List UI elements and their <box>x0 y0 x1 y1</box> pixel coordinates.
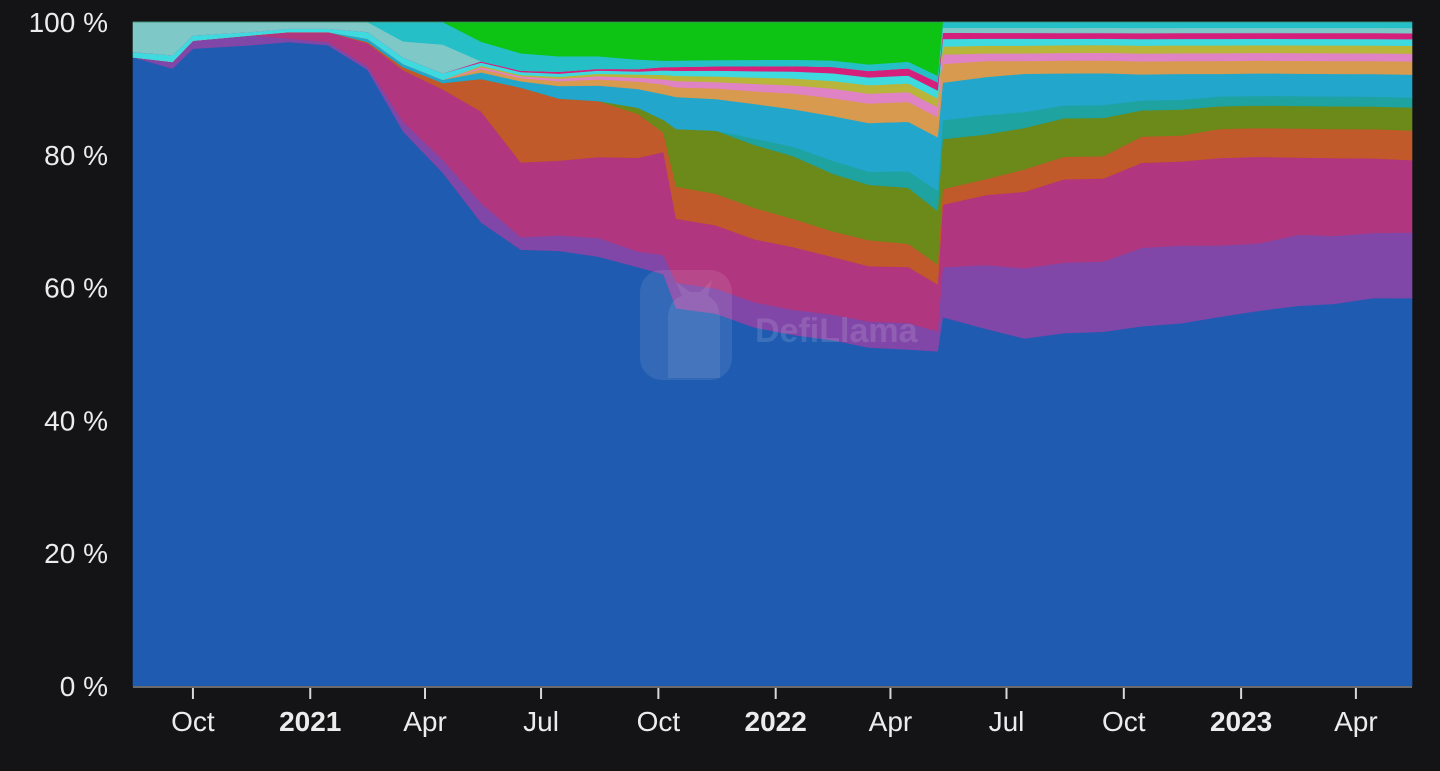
y-tick-label: 20 % <box>44 538 108 569</box>
x-tick-label: 2023 <box>1210 706 1272 737</box>
y-tick-label: 60 % <box>44 273 108 304</box>
watermark-text: DefiLlama <box>755 312 919 350</box>
x-tick-label: Jul <box>523 706 559 737</box>
x-tick-label: 2022 <box>745 706 807 737</box>
llama-logo-icon <box>640 270 732 380</box>
x-tick-label: Oct <box>637 706 681 737</box>
y-tick-label: 0 % <box>60 671 108 702</box>
x-tick-label: Oct <box>1102 706 1146 737</box>
y-tick-label: 80 % <box>44 140 108 171</box>
x-tick-label: Apr <box>1334 706 1378 737</box>
x-tick-label: 2021 <box>279 706 341 737</box>
x-tick-label: Apr <box>869 706 913 737</box>
stacked-areas <box>132 21 1413 687</box>
x-tick-label: Apr <box>403 706 447 737</box>
chart: DefiLlama 0 % 20 % 40 % 60 % 80 % 100 % Oct 20… <box>0 0 1440 771</box>
y-tick-label: 40 % <box>44 405 108 436</box>
y-tick-label: 100 % <box>29 7 108 38</box>
x-tick-label: Oct <box>171 706 215 737</box>
x-tick-label: Jul <box>989 706 1025 737</box>
